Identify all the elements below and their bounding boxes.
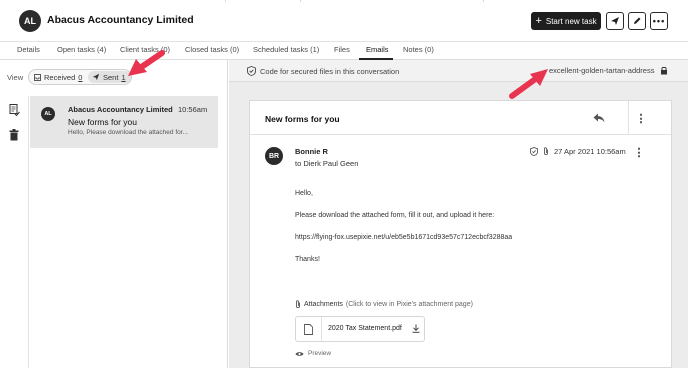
edit-icon — [634, 17, 641, 24]
download-icon — [412, 324, 420, 333]
email-meta: 27 Apr 2021 10:56am — [530, 147, 626, 156]
document-icon — [304, 323, 313, 335]
email-detail-panel: Code for secured files in this conversat… — [229, 60, 688, 368]
shield-icon — [247, 66, 256, 76]
received-label: Received — [44, 72, 76, 82]
received-count: 0 — [78, 72, 83, 82]
inbox-icon — [34, 73, 41, 81]
tab-open-tasks[interactable]: Open tasks (4) — [57, 45, 106, 54]
email-subject: New forms for you — [265, 114, 340, 124]
header-top-divider — [0, 0, 688, 2]
paperclip-icon — [544, 147, 548, 156]
attachment-file[interactable]: 2020 Tax Statement.pdf — [295, 316, 425, 342]
email-card: New forms for you ⋮ BR Bonnie R to Dierk… — [249, 100, 672, 368]
annotation-arrow-sent — [128, 50, 165, 76]
conversation-list-panel: View Received 0 Sent 1 AL Abacus Account… — [0, 60, 228, 368]
delete-button[interactable] — [8, 129, 20, 141]
secure-code-bar: Code for secured files in this conversat… — [229, 60, 688, 82]
message-time: 10:56am — [178, 105, 208, 114]
tab-bar: Details Open tasks (4) Client tasks (0) … — [0, 41, 688, 60]
checklist-icon — [9, 104, 20, 116]
attachments-hint: (Click to view in Pixie's attachment pag… — [345, 301, 473, 308]
tab-closed-tasks[interactable]: Closed tasks (0) — [185, 45, 239, 54]
client-name: Abacus Accountancy Limited — [47, 14, 194, 26]
attachment-file-name: 2020 Tax Statement.pdf — [328, 325, 402, 332]
preview-label: Preview — [308, 350, 332, 357]
sent-label: Sent — [103, 72, 119, 82]
email-date: 27 Apr 2021 10:56am — [554, 147, 626, 156]
header-divider — [628, 101, 629, 135]
secure-code-info: Code for secured files in this conversat… — [247, 66, 399, 76]
send-icon — [92, 73, 100, 81]
email-sender: Bonnie R — [295, 147, 328, 156]
view-label: View — [7, 73, 24, 82]
edit-button[interactable] — [628, 12, 646, 30]
message-from: Abacus Accountancy Limited — [68, 105, 173, 114]
secure-code-value: excellent-golden-tartan-address — [549, 66, 668, 75]
start-new-task-label: Start new task — [545, 16, 597, 26]
attachments-label: Attachments — [304, 301, 343, 308]
upload-link[interactable]: https://flying-fox.usepixie.net/u/eb5e5b… — [295, 234, 512, 241]
view-toggle: Received 0 Sent 1 — [28, 69, 132, 85]
tab-notes[interactable]: Notes (0) — [403, 45, 434, 54]
reply-button[interactable] — [592, 111, 606, 125]
email-more-button[interactable]: ⋮ — [633, 145, 645, 159]
sender-avatar: BR — [265, 147, 283, 165]
body-signoff: Thanks! — [295, 256, 320, 263]
start-new-task-button[interactable]: + Start new task — [531, 12, 601, 30]
thread-more-button[interactable]: ⋮ — [635, 111, 647, 125]
lock-icon — [661, 66, 668, 75]
reply-icon — [593, 113, 605, 123]
kebab-icon: ⋮ — [635, 112, 647, 125]
eye-icon — [295, 351, 304, 356]
tab-scheduled-tasks[interactable]: Scheduled tasks (1) — [253, 45, 319, 54]
tab-emails[interactable]: Emails — [366, 45, 389, 54]
tab-files[interactable]: Files — [334, 45, 350, 54]
email-card-header: New forms for you ⋮ — [250, 101, 671, 135]
plus-icon: + — [535, 14, 542, 27]
secure-code-text: Code for secured files in this conversat… — [260, 66, 400, 76]
tab-details[interactable]: Details — [17, 45, 40, 54]
body-greeting: Hello, — [295, 190, 313, 197]
received-toggle[interactable]: Received 0 — [34, 71, 82, 83]
attachments-header[interactable]: Attachments (Click to view in Pixie's at… — [295, 300, 473, 309]
more-options-button[interactable]: ••• — [650, 12, 668, 30]
more-icon: ••• — [652, 16, 666, 26]
client-avatar: AL — [19, 10, 41, 32]
annotation-arrow-code — [509, 69, 548, 99]
download-button[interactable] — [412, 324, 420, 335]
secure-code: excellent-golden-tartan-address — [549, 66, 655, 75]
message-preview: Hello, Please download the attached for.… — [68, 129, 188, 136]
body-instructions: Please download the attached form, fill … — [295, 212, 495, 219]
send-button[interactable] — [606, 12, 624, 30]
email-recipient: to Dierk Paul Geen — [295, 159, 359, 168]
shield-icon — [530, 147, 538, 156]
paperclip-icon — [296, 300, 300, 309]
message-subject: New forms for you — [68, 117, 137, 127]
header: AL Abacus Accountancy Limited + Start ne… — [0, 0, 688, 41]
sender-avatar: AL — [41, 107, 55, 121]
file-icon-cell — [296, 317, 322, 341]
preview-link[interactable]: Preview — [295, 350, 331, 357]
kebab-icon: ⋮ — [633, 146, 645, 159]
send-icon — [611, 17, 619, 25]
list-actions-rail — [0, 96, 29, 368]
trash-icon — [9, 129, 19, 141]
select-messages-button[interactable] — [8, 104, 20, 116]
message-list-item[interactable]: AL Abacus Accountancy Limited 10:56am Ne… — [30, 96, 218, 148]
